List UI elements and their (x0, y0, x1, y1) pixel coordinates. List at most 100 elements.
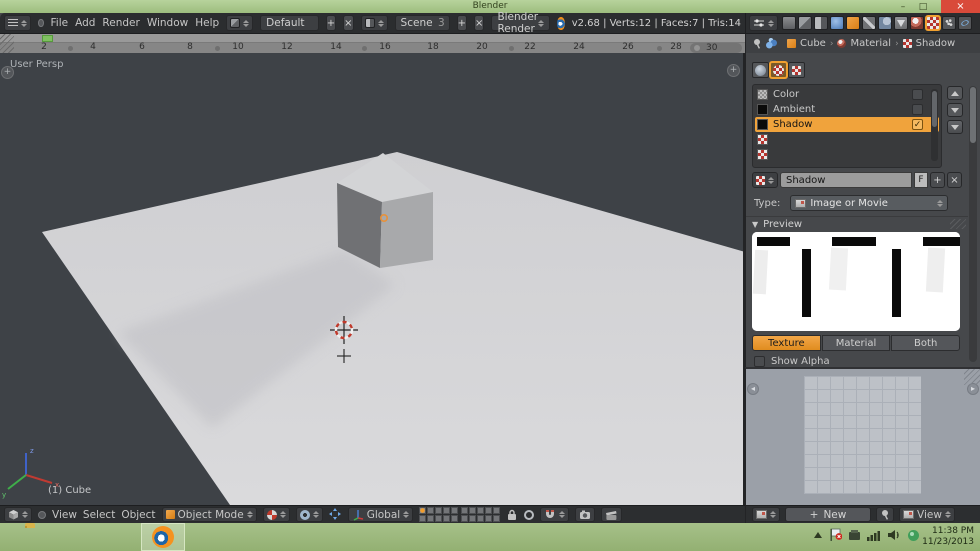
blender-menu-icon[interactable] (38, 19, 44, 27)
timeline-ruler[interactable]: 2 4 6 8 10 12 14 16 18 20 22 24 26 28 30 (0, 42, 745, 53)
layer-cell[interactable] (461, 507, 469, 514)
layer-cell[interactable] (469, 507, 477, 514)
preview-panel-header[interactable]: ▼ Preview (752, 219, 802, 230)
render-tab-icon[interactable] (782, 16, 796, 30)
panel-drag-grip[interactable] (950, 219, 966, 229)
proportional-edit-icon[interactable] (524, 509, 535, 520)
render-layers-tab-icon[interactable] (798, 16, 812, 30)
viewport-canvas[interactable]: z x y (0, 53, 745, 505)
minimize-button[interactable]: – (894, 0, 912, 13)
action-center-flag-icon[interactable] (829, 528, 842, 542)
layer-cell[interactable] (469, 515, 477, 522)
layer-cell-active[interactable] (419, 507, 427, 514)
properties-scrollbar[interactable] (969, 86, 977, 362)
mode-dropdown[interactable]: Object Mode (161, 507, 257, 522)
texture-slot-shadow[interactable]: Shadow ✓ (755, 117, 939, 132)
show-alpha-checkbox[interactable] (754, 356, 765, 367)
view-menu-dropdown[interactable]: View (899, 507, 955, 522)
toolshelf-toggle-icon[interactable]: ◂ (747, 383, 759, 395)
menu-window[interactable]: Window (147, 17, 188, 29)
layer-cell[interactable] (427, 515, 435, 522)
layer-cell[interactable] (477, 515, 485, 522)
material-textures-tab[interactable] (770, 62, 787, 78)
material-tab-icon[interactable] (910, 16, 924, 30)
slot-specials-menu-button[interactable] (947, 120, 963, 134)
texture-slot-empty[interactable] (755, 132, 939, 147)
image-browse-dropdown[interactable] (752, 507, 780, 522)
texture-slot-empty[interactable] (755, 147, 939, 162)
taskbar-clock[interactable]: 11:38 PM 11/23/2013 (922, 526, 974, 548)
new-image-button[interactable]: + New (785, 507, 871, 522)
header-menu-icon[interactable] (38, 510, 46, 519)
texture-browse-dropdown[interactable] (752, 172, 778, 188)
texture-slot-ambient[interactable]: Ambient (755, 102, 939, 117)
layer-cell[interactable] (443, 515, 451, 522)
modifiers-tab-icon[interactable] (878, 16, 892, 30)
image-editor-grid[interactable] (804, 376, 921, 494)
preview-both-tab[interactable]: Both (891, 335, 961, 351)
object-tab-icon[interactable] (846, 16, 860, 30)
close-button[interactable]: × (941, 0, 980, 13)
other-textures-tab[interactable] (788, 62, 805, 78)
toolshelf-toggle-icon[interactable]: + (1, 66, 14, 79)
layer-cell[interactable] (443, 507, 451, 514)
layer-cell[interactable] (477, 507, 485, 514)
screen-layout-name[interactable]: Default (260, 15, 319, 31)
world-tab-icon[interactable] (830, 16, 844, 30)
layer-cell[interactable] (435, 507, 443, 514)
screen-layout-selector-icon[interactable] (226, 15, 254, 31)
hidden-icons-icon[interactable] (813, 530, 823, 540)
network-signal-icon[interactable] (867, 529, 881, 541)
unlink-texture-button[interactable]: × (947, 172, 962, 188)
constraints-tab-icon[interactable] (862, 16, 876, 30)
blender-taskbar-button[interactable] (141, 523, 185, 551)
texture-tab-icon[interactable] (926, 16, 940, 30)
slot-list-scrollbar[interactable] (931, 89, 938, 161)
layer-cell[interactable] (493, 515, 501, 522)
maximize-button[interactable]: □ (914, 0, 932, 13)
sidebar-toggle-icon[interactable]: + (727, 64, 740, 77)
slot-move-down-button[interactable] (947, 103, 963, 117)
layer-cell[interactable] (427, 507, 435, 514)
transform-orientation-dropdown[interactable]: Global (347, 507, 414, 522)
menu-view[interactable]: View (52, 509, 77, 521)
object-data-tab-icon[interactable] (894, 16, 908, 30)
menu-file[interactable]: File (51, 17, 69, 29)
render-engine-dropdown[interactable]: Blender Render (491, 11, 551, 35)
menu-select[interactable]: Select (83, 509, 115, 521)
particles-tab-icon[interactable] (942, 16, 956, 30)
slot-enable-checkbox[interactable] (912, 89, 923, 100)
context-browse-icon[interactable] (766, 38, 777, 49)
layer-cell[interactable] (461, 515, 469, 522)
pin-button[interactable] (876, 507, 894, 522)
world-textures-tab[interactable] (752, 62, 769, 78)
preview-material-tab[interactable]: Material (821, 335, 891, 351)
breadcrumb-texture[interactable]: Shadow (916, 38, 955, 49)
scene-selector-icon[interactable] (360, 15, 388, 31)
layer-cell[interactable] (485, 515, 493, 522)
menu-object[interactable]: Object (121, 509, 155, 521)
viewport-shading-dropdown[interactable] (262, 507, 290, 522)
snap-dropdown[interactable] (540, 507, 570, 522)
remove-scene-button[interactable]: × (474, 15, 485, 31)
breadcrumb-material[interactable]: Material (850, 38, 891, 49)
properties-editor-selector[interactable] (749, 15, 778, 31)
slot-enable-checkbox[interactable] (912, 104, 923, 115)
pivot-point-dropdown[interactable] (295, 507, 323, 522)
pin-icon[interactable] (752, 38, 762, 50)
remove-layout-button[interactable]: × (343, 15, 354, 31)
physics-tab-icon[interactable] (958, 16, 972, 30)
collapse-triangle-icon[interactable]: ▼ (752, 220, 758, 229)
menu-help[interactable]: Help (195, 17, 219, 29)
opengl-render-anim-button[interactable] (601, 507, 623, 522)
slot-move-up-button[interactable] (947, 86, 963, 100)
new-texture-button[interactable]: + (930, 172, 945, 188)
menu-render[interactable]: Render (102, 17, 139, 29)
texture-name-field[interactable]: Shadow (780, 172, 912, 188)
volume-icon[interactable] (887, 529, 901, 541)
add-layout-button[interactable]: + (325, 15, 337, 31)
tray-app-icon[interactable] (907, 529, 920, 542)
current-frame-marker[interactable] (42, 35, 53, 42)
viewport-3d[interactable]: z x y User Persp (1) Cube + + (0, 53, 745, 505)
opengl-render-button[interactable] (575, 507, 596, 522)
